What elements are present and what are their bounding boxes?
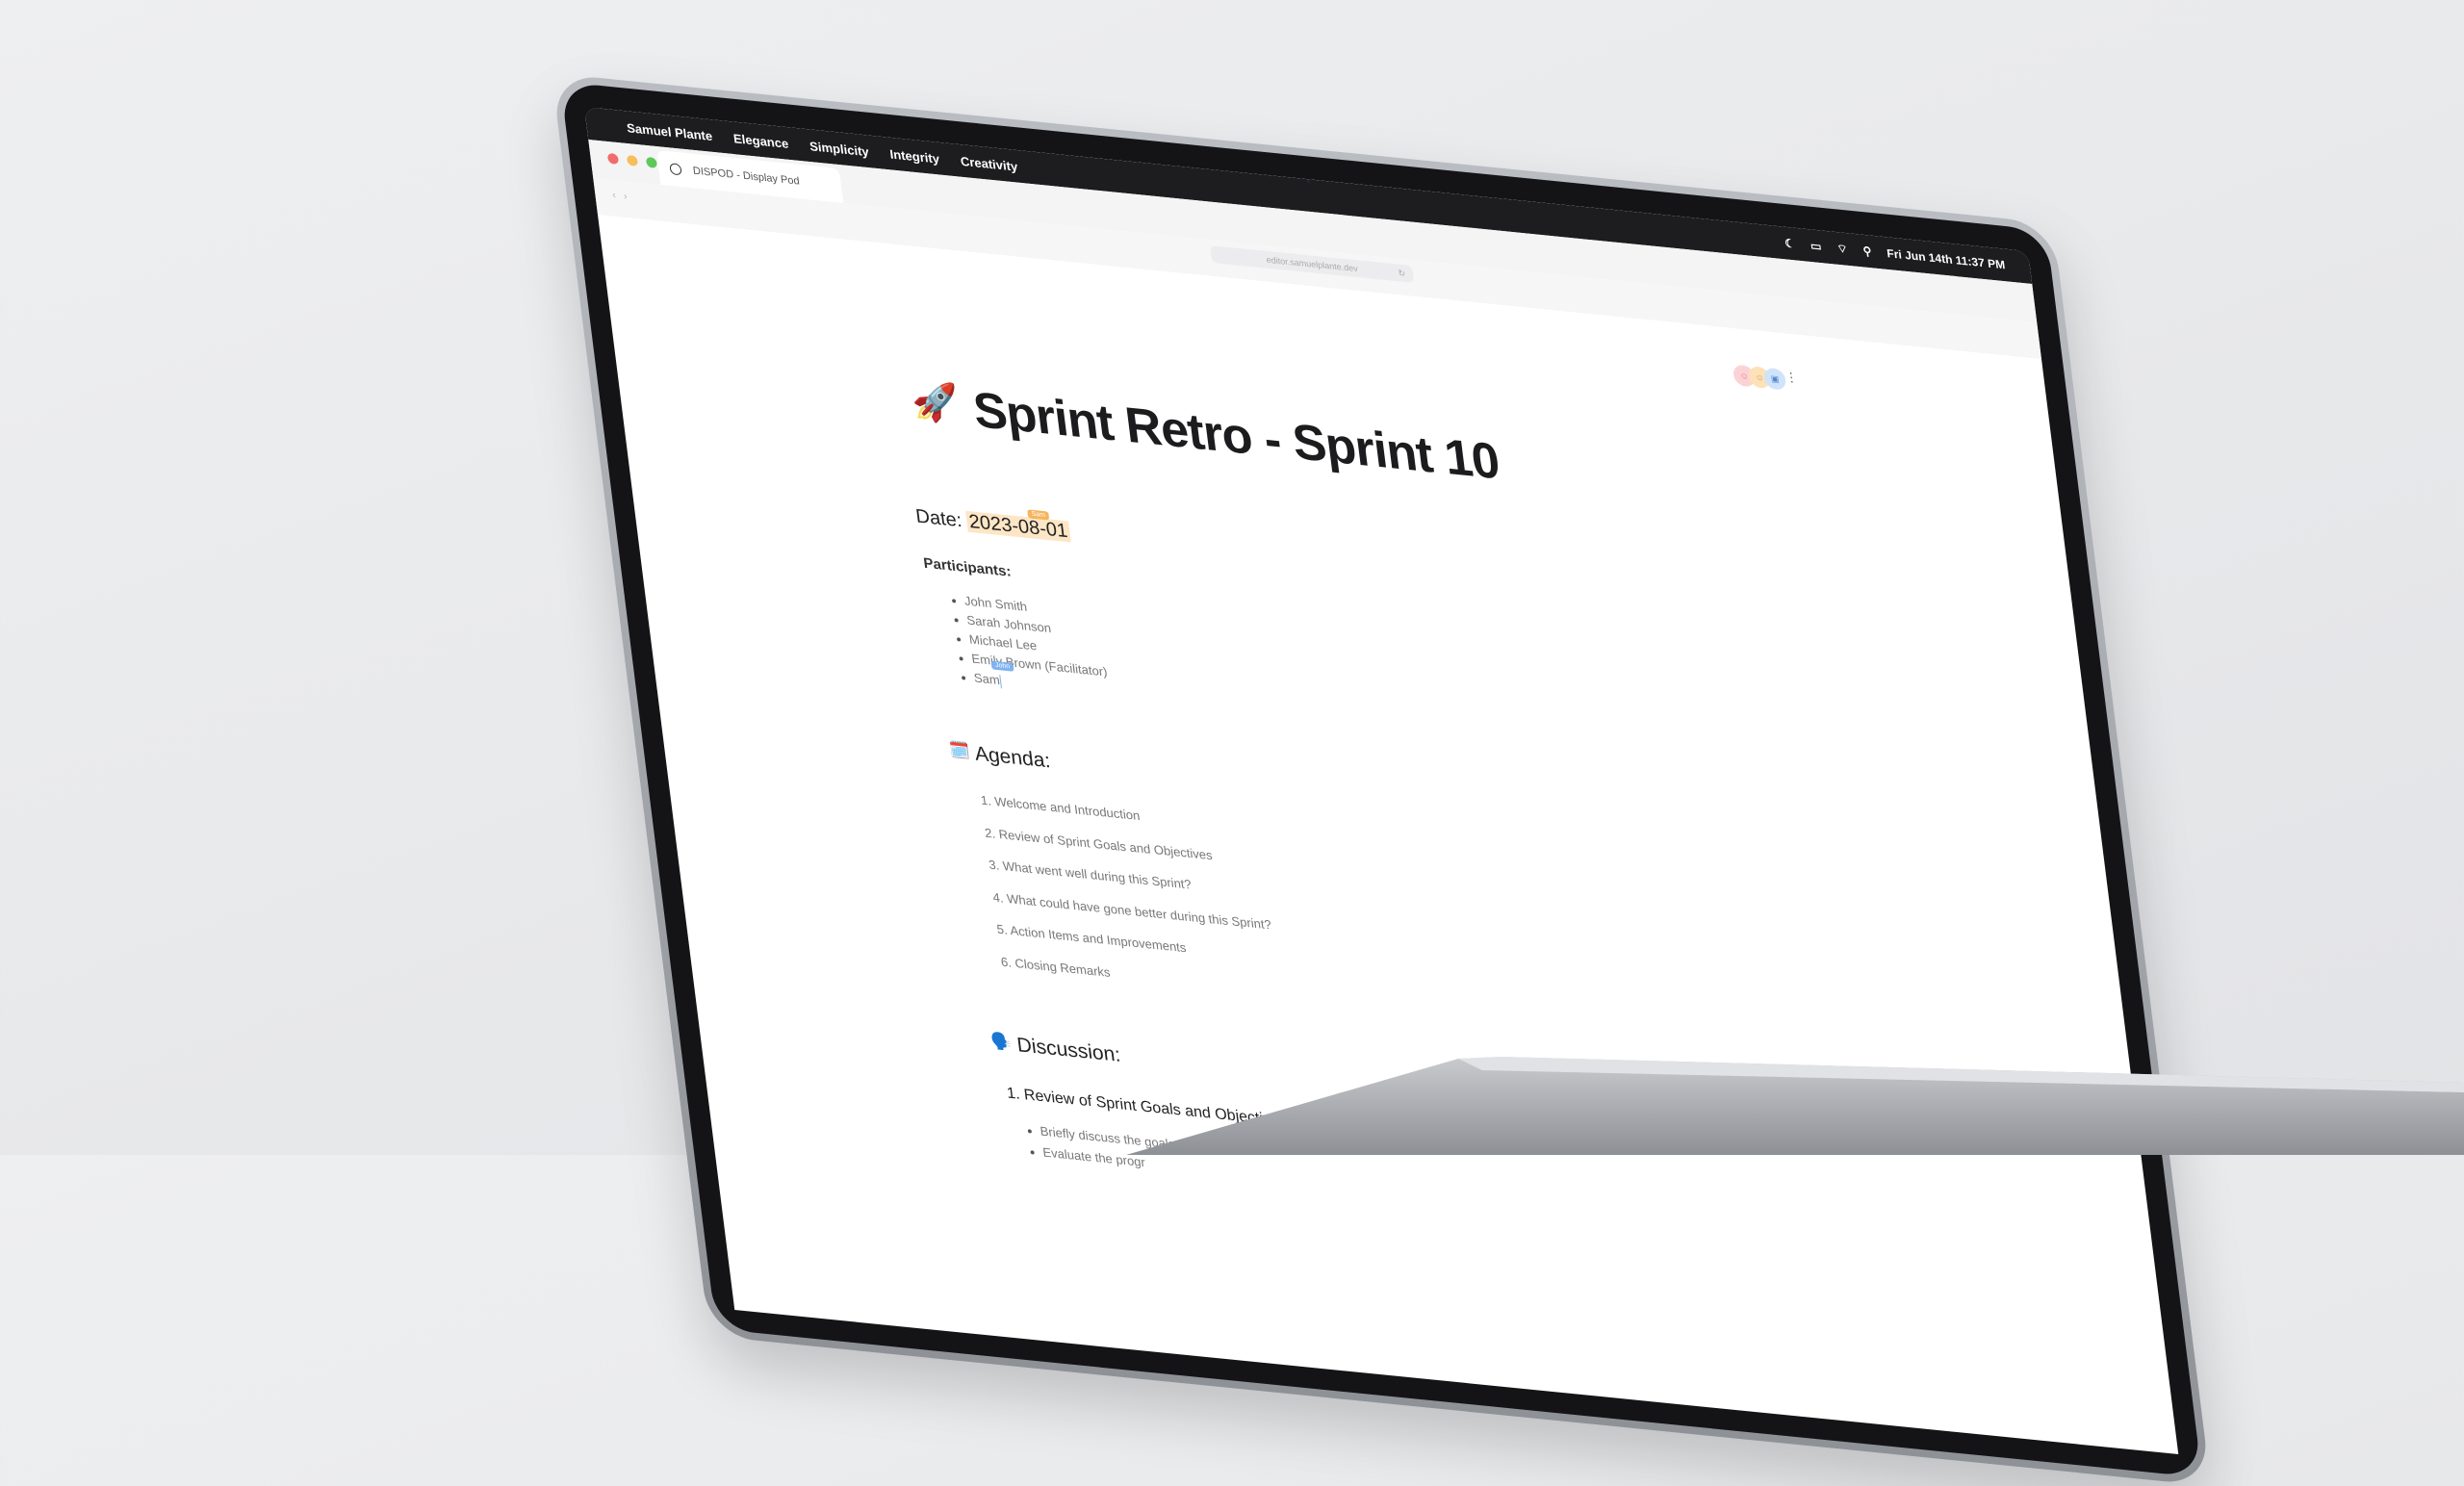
laptop-base — [1126, 1057, 2464, 1155]
